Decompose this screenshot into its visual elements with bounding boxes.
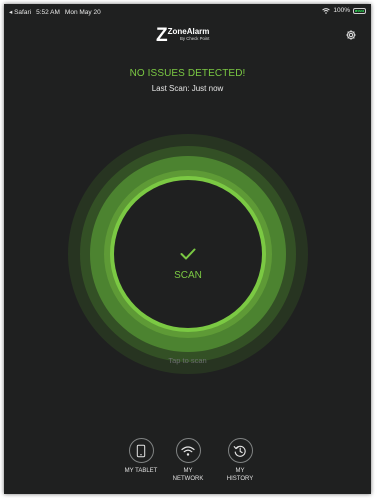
nav-my-history[interactable]: MY HISTORY [215,438,265,483]
checkmark-icon [180,248,196,260]
nav-my-network[interactable]: MY NETWORK [163,438,213,483]
wifi-icon [181,445,195,456]
tablet-icon [136,444,146,457]
history-icon [233,445,246,457]
nav-my-tablet[interactable]: MY TABLET [116,438,166,476]
nav-my-tablet-label: MY TABLET [124,468,158,474]
scan-label: SCAN [174,270,202,281]
nav-my-network-label: MY NETWORK [172,468,204,482]
app-frame: ◂ Safari 5:52 AM Mon May 20 100% 100 Z Z… [4,4,371,494]
scan-button[interactable]: SCAN [138,236,238,296]
nav-my-history-label: MY HISTORY [226,468,254,482]
tap-to-scan-hint: Tap to scan [168,356,207,365]
